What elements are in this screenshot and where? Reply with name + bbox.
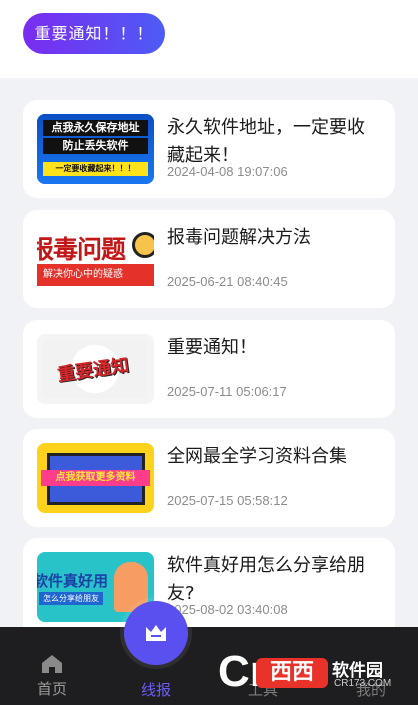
article-time: 2025-08-02 03:40:08 [167, 602, 288, 617]
crown-icon [146, 625, 166, 641]
thumbnail-text: 点我永久保存地址 [43, 120, 148, 136]
thumbnail-text: 点我获取更多资料 [41, 470, 150, 486]
thumbnail-text: 报毒问题 [37, 235, 126, 264]
article-title: 报毒问题解决方法 [167, 227, 311, 248]
nav-report-label[interactable]: 线报 [124, 679, 188, 700]
thumbnail-text: 解决你心中的疑惑 [37, 264, 154, 286]
article-title: 全网最全学习资料合集 [167, 446, 347, 467]
thumbnail-text: 一定要收藏起来！！！ [43, 162, 148, 176]
watermark-text: 西西 [256, 658, 328, 688]
top-area: 重要通知！！！ [0, 0, 418, 78]
article-title: 永久软件地址，一定要收藏起来！ [167, 117, 365, 166]
article-card[interactable]: 点我获取更多资料 全网最全学习资料合集 2025-07-15 05:58:12 [23, 429, 395, 527]
article-thumbnail: 点我永久保存地址 防止丢失软件 一定要收藏起来！！！ [37, 114, 154, 184]
article-card[interactable]: 报毒问题 解决你心中的疑惑 报毒问题解决方法 2025-06-21 08:40:… [23, 210, 395, 308]
article-card[interactable]: 点我永久保存地址 防止丢失软件 一定要收藏起来！！！ 永久软件地址，一定要收藏起… [23, 100, 395, 198]
article-title: 重要通知！ [167, 337, 257, 358]
home-icon [42, 655, 62, 673]
nav-home-label: 首页 [36, 680, 67, 698]
article-thumbnail: 点我获取更多资料 [37, 443, 154, 513]
article-title: 软件真好用怎么分享给朋友? [167, 555, 365, 604]
thumbnail-text: 防止丢失软件 [43, 138, 148, 154]
nav-home[interactable]: 首页 [24, 654, 80, 700]
watermark-logo: Cr 西西 软件园 CR173.COM [218, 648, 400, 696]
article-thumbnail: 重要通知 [37, 334, 154, 404]
article-time: 2025-07-11 05:06:17 [167, 384, 287, 399]
article-time: 2025-07-15 05:58:12 [167, 493, 288, 508]
thumbnail-text: 软件真好用 [37, 572, 109, 590]
article-time: 2025-06-21 08:40:45 [167, 274, 288, 289]
article-time: 2024-04-08 19:07:06 [167, 164, 288, 179]
nav-report-button[interactable] [124, 601, 188, 665]
watermark-text: CR173.COM [334, 678, 392, 689]
article-thumbnail: 报毒问题 解决你心中的疑惑 [37, 224, 154, 294]
important-notice-button[interactable]: 重要通知！！！ [23, 13, 165, 54]
thumbnail-text: 怎么分享给朋友 [39, 592, 103, 605]
article-card[interactable]: 重要通知 重要通知！ 2025-07-11 05:06:17 [23, 320, 395, 418]
